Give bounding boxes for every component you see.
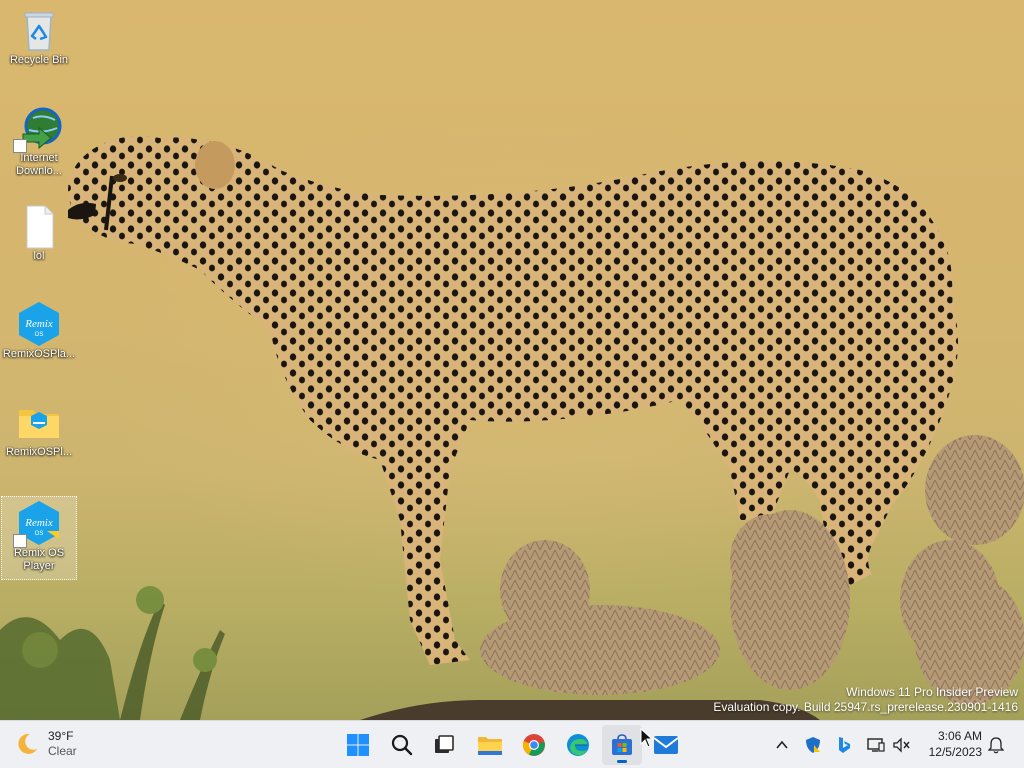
task-view-icon	[435, 735, 454, 753]
windows-start-icon	[347, 734, 369, 756]
start-button[interactable]	[338, 725, 378, 765]
taskbar: 39°F Clear 3:06 AM 12/5/2023	[0, 720, 1024, 768]
defender-icon	[806, 737, 820, 753]
desktop-icon-remixosplayer-1[interactable]: Remix OS RemixOSPla...	[1, 298, 77, 382]
internet-download-manager-icon	[13, 104, 63, 153]
watermark-line-2: Evaluation copy. Build 25947.rs_prerelea…	[713, 700, 1018, 714]
search-icon	[391, 734, 413, 756]
weather-condition: Clear	[48, 744, 77, 758]
tray-windows-security[interactable]	[801, 733, 825, 757]
desktop-icon-label: RemixOSPl...	[5, 446, 72, 458]
bell-icon	[988, 737, 1004, 754]
mail-icon	[653, 736, 679, 754]
desktop-icon-remix-os-player[interactable]: Remix OS Remix OS Player	[1, 496, 77, 580]
clock-date: 12/5/2023	[928, 745, 982, 759]
moon-icon	[18, 733, 37, 754]
tray-volume[interactable]	[890, 733, 914, 757]
search-button[interactable]	[382, 725, 422, 765]
watermark-line-1: Windows 11 Pro Insider Preview	[846, 685, 1018, 699]
svg-text:OS: OS	[35, 531, 44, 537]
chevron-up-icon	[776, 740, 788, 749]
edge-icon	[567, 734, 589, 756]
remix-os-icon: Remix OS	[13, 499, 63, 548]
svg-text:Remix: Remix	[24, 318, 53, 330]
tray-network[interactable]	[864, 733, 888, 757]
taskbar-chrome[interactable]	[514, 725, 554, 765]
clock-time: 3:06 AM	[937, 729, 982, 743]
taskbar-file-explorer[interactable]	[470, 725, 510, 765]
chrome-icon	[522, 734, 545, 756]
shortcut-arrow-icon	[13, 139, 27, 153]
desktop-icon-label: RemixOSPla...	[2, 348, 76, 360]
desktop[interactable]: Recycle Bin Internet Downlo... lol Remix…	[0, 0, 1024, 720]
desktop-icon-label: lol	[33, 250, 45, 262]
tray-bing[interactable]	[832, 733, 856, 757]
taskbar-edge[interactable]	[558, 725, 598, 765]
text-file-icon	[15, 202, 63, 250]
desktop-icon-label: Recycle Bin	[9, 54, 69, 66]
folder-icon	[15, 398, 63, 446]
bing-icon	[839, 737, 850, 753]
desktop-icon-label: Remix OS Player	[13, 547, 65, 572]
desktop-icon-label: Internet Downlo...	[16, 152, 62, 177]
taskbar-clock[interactable]: 3:06 AM 12/5/2023	[929, 728, 982, 760]
network-icon	[867, 738, 885, 752]
notifications-button[interactable]	[984, 733, 1008, 757]
volume-muted-icon	[893, 737, 910, 753]
windows-watermark: Windows 11 Pro Insider Preview Evaluatio…	[713, 685, 1018, 715]
desktop-icon-internet-download-manager[interactable]: Internet Downlo...	[1, 102, 77, 186]
svg-text:OS: OS	[35, 332, 44, 338]
store-icon	[612, 734, 632, 755]
taskbar-microsoft-store[interactable]	[602, 725, 642, 765]
weather-temperature: 39°F	[48, 729, 74, 743]
mouse-cursor-icon	[640, 728, 654, 748]
wallpaper-image	[0, 136, 1024, 720]
shortcut-arrow-icon	[13, 534, 27, 548]
recycle-bin-icon	[15, 6, 63, 54]
weather-widget[interactable]: 39°F Clear	[14, 727, 77, 761]
svg-text:Remix: Remix	[24, 517, 53, 529]
desktop-icon-lol[interactable]: lol	[1, 200, 77, 284]
desktop-icon-remixosplayer-folder[interactable]: RemixOSPl...	[1, 396, 77, 480]
remix-os-icon: Remix OS	[15, 300, 63, 348]
desktop-icon-recycle-bin[interactable]: Recycle Bin	[1, 4, 77, 88]
file-explorer-icon	[478, 737, 502, 755]
show-hidden-icons-button[interactable]	[770, 733, 794, 757]
task-view-button[interactable]	[424, 725, 464, 765]
